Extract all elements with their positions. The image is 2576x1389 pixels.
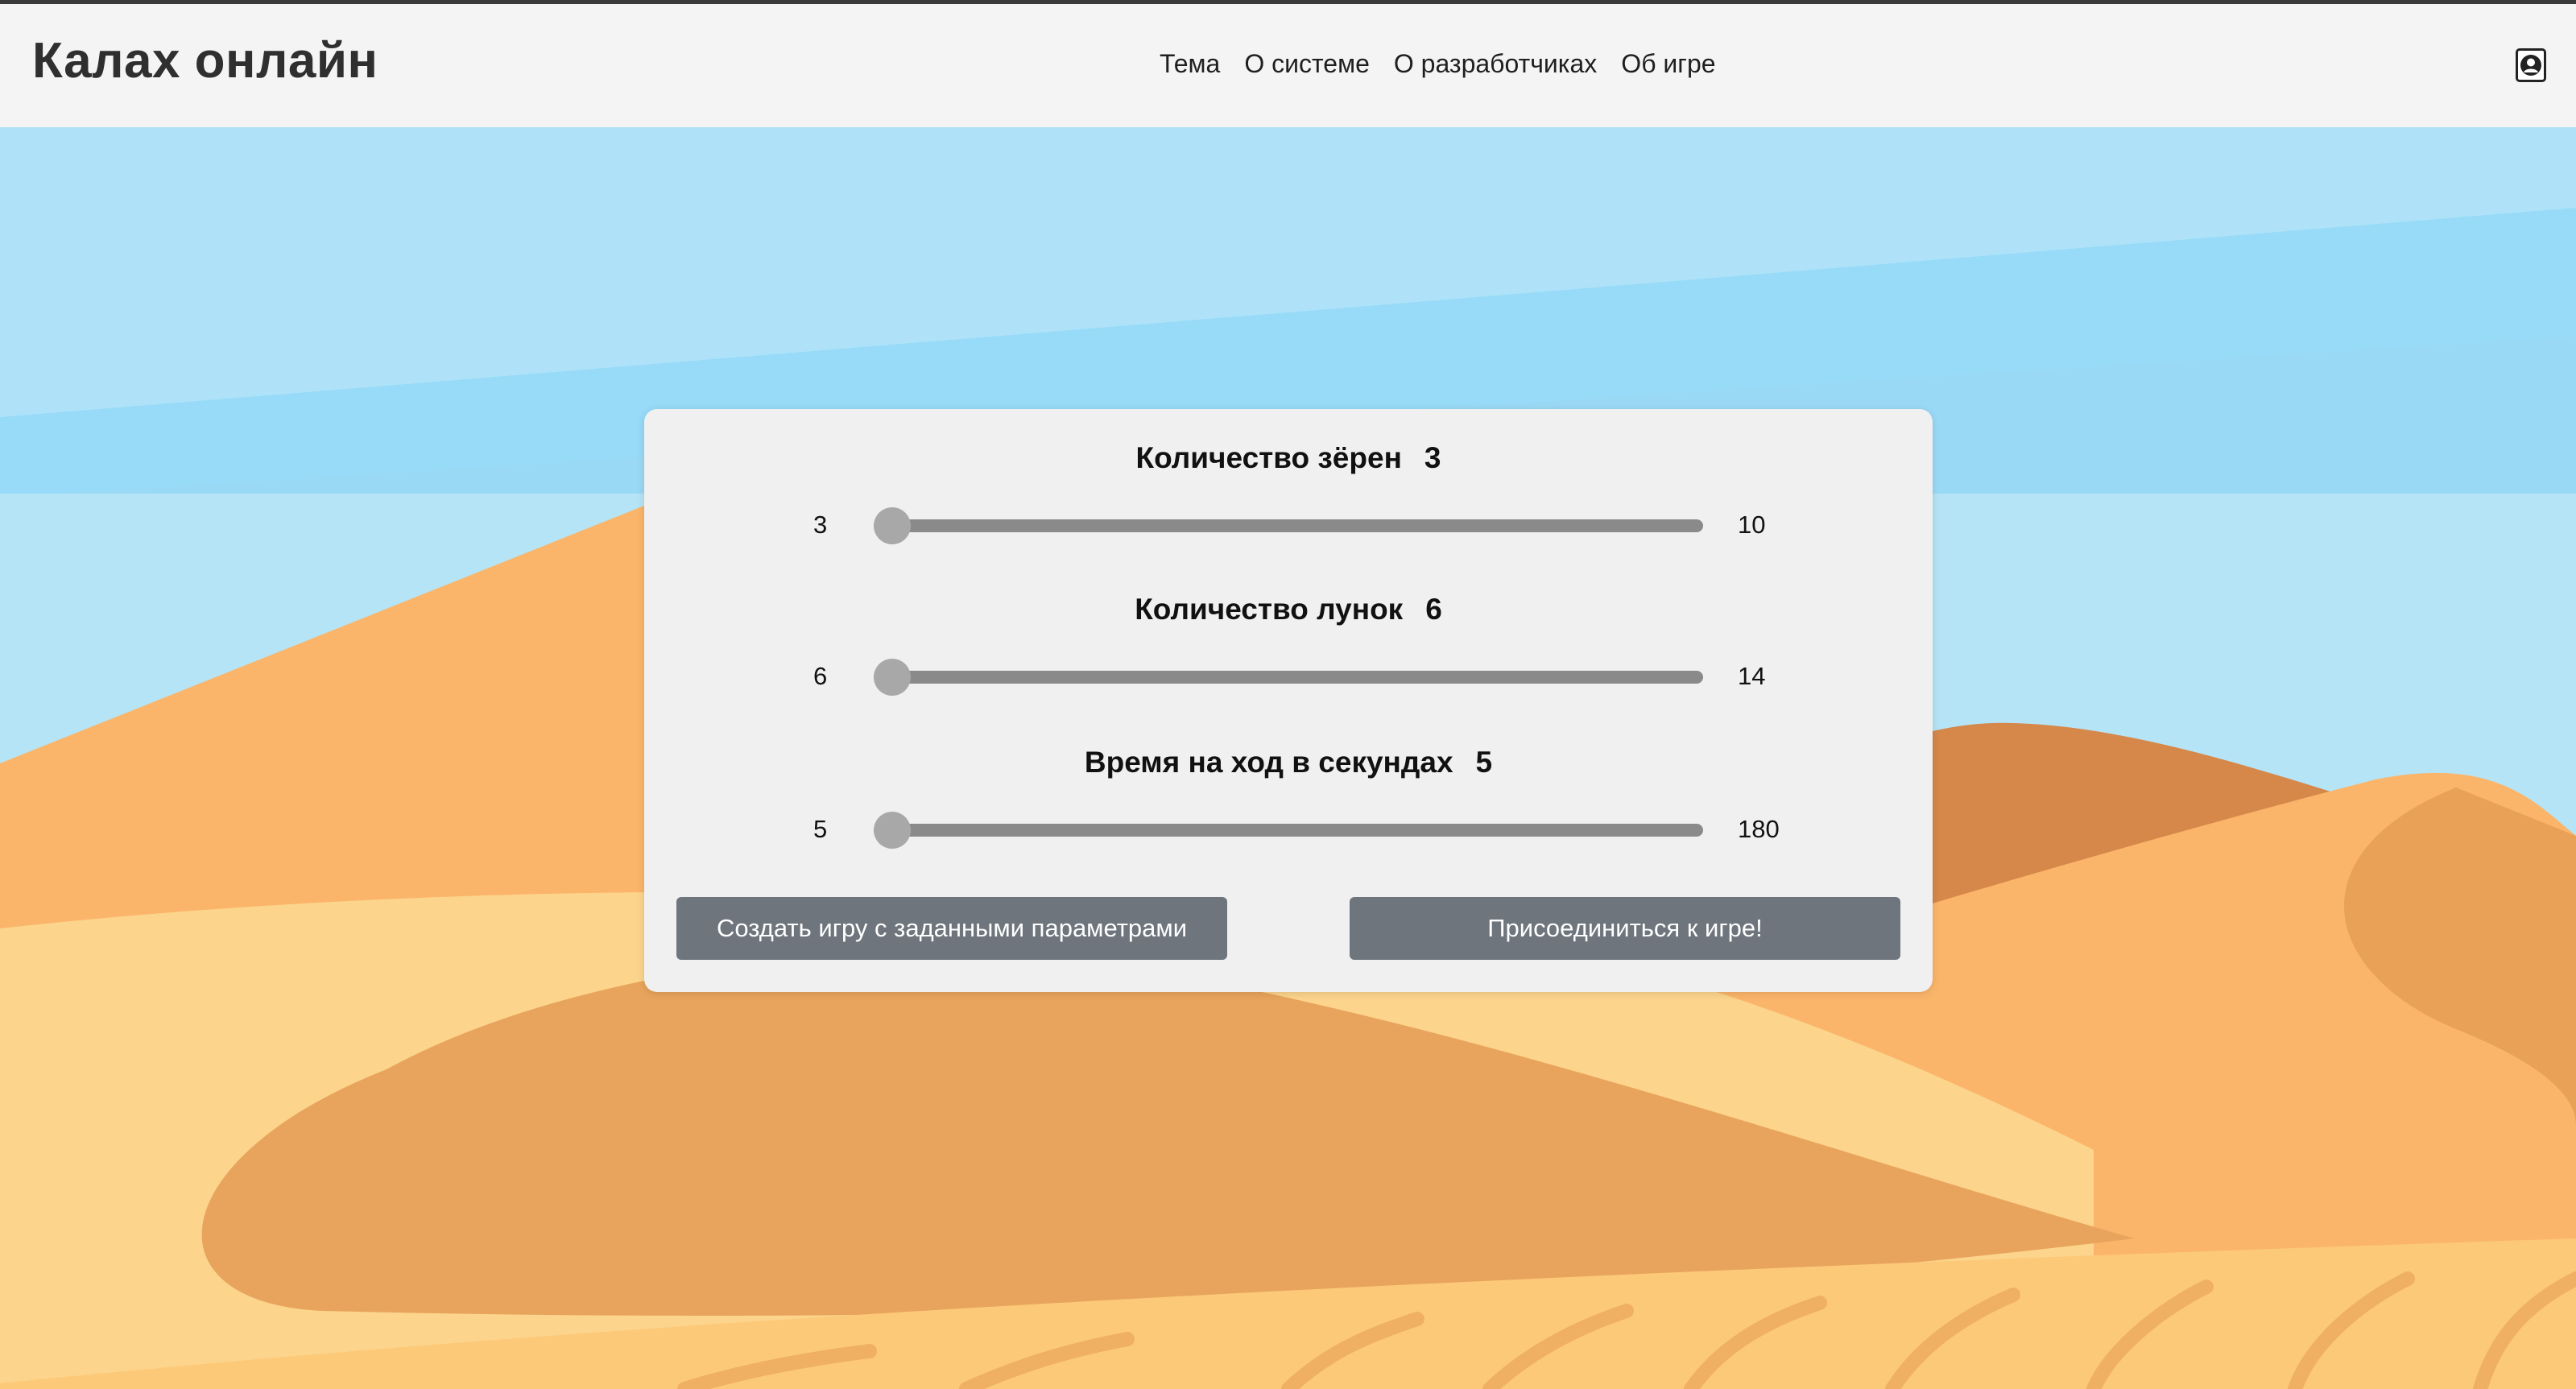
seeds-title: Количество зёрен 3 — [644, 441, 1933, 475]
time-max-label: 180 — [1738, 815, 1780, 843]
time-title: Время на ход в секундах 5 — [644, 746, 1933, 779]
pits-label: Количество лунок — [1135, 593, 1404, 626]
time-slider: 5 180 — [644, 802, 1933, 850]
create-game-button[interactable]: Создать игру с заданными параметрами — [676, 897, 1227, 960]
nav-link-theme[interactable]: Тема — [1160, 49, 1220, 79]
time-label: Время на ход в секундах — [1084, 746, 1453, 779]
time-slider-thumb[interactable] — [874, 812, 911, 849]
pits-value: 6 — [1425, 593, 1442, 626]
seeds-slider: 3 10 — [644, 498, 1933, 546]
navbar: Калах онлайн Тема О системе О разработчи… — [0, 4, 2576, 127]
pits-slider: 6 14 — [644, 649, 1933, 697]
app-title[interactable]: Калах онлайн — [32, 32, 378, 89]
seeds-value: 3 — [1424, 441, 1441, 474]
pits-slider-thumb[interactable] — [874, 659, 911, 696]
seeds-label: Количество зёрен — [1135, 441, 1402, 474]
account-button[interactable] — [2516, 48, 2546, 82]
time-slider-track[interactable] — [874, 824, 1703, 837]
time-value: 5 — [1475, 746, 1493, 779]
join-game-button[interactable]: Присоединиться к игре! — [1350, 897, 1900, 960]
seeds-slider-track[interactable] — [874, 519, 1703, 532]
seeds-max-label: 10 — [1738, 511, 1766, 539]
pits-max-label: 14 — [1738, 662, 1766, 690]
pits-title: Количество лунок 6 — [644, 593, 1933, 626]
seeds-slider-thumb[interactable] — [874, 507, 911, 544]
pits-slider-track[interactable] — [874, 671, 1703, 684]
user-circle-icon — [2520, 55, 2541, 76]
nav-link-about-developers[interactable]: О разработчиках — [1394, 49, 1597, 79]
nav-link-about-game[interactable]: Об игре — [1621, 49, 1715, 79]
nav-link-about-system[interactable]: О системе — [1244, 49, 1370, 79]
game-settings-panel: Количество зёрен 3 3 10 Количество лунок 6… — [644, 409, 1933, 992]
nav-links: Тема О системе О разработчиках Об игре — [1160, 49, 1716, 79]
